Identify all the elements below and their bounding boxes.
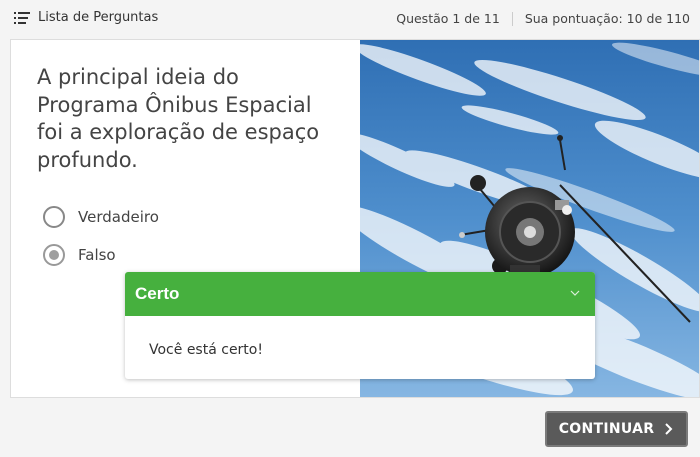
chevron-right-icon	[664, 422, 674, 436]
top-bar: Lista de Perguntas Questão 1 de 11 Sua p…	[0, 0, 700, 38]
divider	[511, 11, 513, 26]
option-label: Verdadeiro	[78, 208, 159, 226]
feedback-popup: Certo Você está certo!	[125, 272, 595, 379]
radio-button[interactable]	[43, 206, 65, 228]
list-icon	[14, 11, 30, 24]
question-list-label: Lista de Perguntas	[38, 10, 159, 25]
feedback-message: Você está certo!	[149, 342, 263, 358]
radio-button-selected[interactable]	[43, 244, 65, 266]
score-label: Sua pontuação: 10 de 110	[524, 11, 690, 26]
continue-label: CONTINUAR	[558, 421, 655, 437]
option-false[interactable]: Falso	[43, 244, 116, 266]
question-counter: Questão 1 de 11	[396, 11, 500, 26]
chevron-down-icon[interactable]	[569, 286, 581, 298]
continue-button[interactable]: CONTINUAR	[545, 411, 688, 447]
question-list-button[interactable]: Lista de Perguntas	[14, 10, 158, 25]
question-text: A principal ideia do Programa Ônibus Esp…	[37, 65, 320, 172]
option-label: Falso	[78, 246, 116, 264]
feedback-title: Certo	[135, 284, 180, 303]
option-true[interactable]: Verdadeiro	[43, 206, 159, 228]
feedback-header: Certo	[125, 272, 595, 316]
progress-info: Questão 1 de 11 Sua pontuação: 10 de 110	[396, 11, 690, 26]
